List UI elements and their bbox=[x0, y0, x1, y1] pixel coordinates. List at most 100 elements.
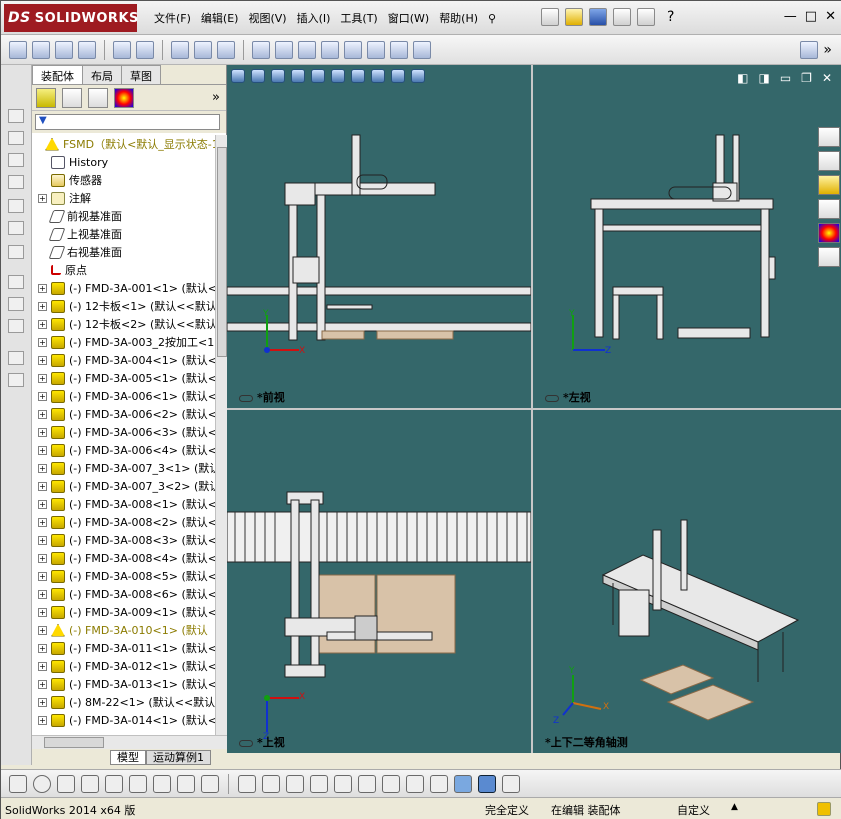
expand-toggle-icon[interactable]: + bbox=[38, 301, 47, 311]
arc-icon[interactable] bbox=[129, 774, 147, 793]
resources-icon[interactable] bbox=[818, 151, 840, 171]
cube-icon[interactable] bbox=[8, 175, 24, 189]
units-selector[interactable]: 自定义 bbox=[677, 802, 710, 818]
expand-toggle-icon[interactable]: + bbox=[38, 373, 47, 383]
expand-toggle-icon[interactable]: + bbox=[38, 589, 47, 599]
expand-toggle-icon[interactable]: + bbox=[38, 445, 47, 455]
copy-icon[interactable] bbox=[8, 351, 24, 365]
menu-help[interactable]: 帮助(H) bbox=[434, 10, 483, 26]
interference-detection-icon[interactable] bbox=[367, 40, 385, 59]
home-icon[interactable] bbox=[818, 127, 840, 147]
cube-icon[interactable] bbox=[8, 199, 24, 213]
mate-icon[interactable] bbox=[78, 40, 96, 59]
sketch-pencil-icon[interactable] bbox=[8, 275, 24, 289]
relations-icon[interactable] bbox=[286, 774, 304, 793]
tree-node[interactable]: +前视基准面 bbox=[38, 207, 122, 225]
expand-toggle-icon[interactable]: + bbox=[38, 715, 47, 725]
viewport-left[interactable]: ◧ ◨ ▭ ❐ ✕ Y Z *左视 bbox=[533, 65, 841, 408]
cube-icon[interactable] bbox=[8, 131, 24, 145]
tree-node[interactable]: +右视基准面 bbox=[38, 243, 122, 261]
tree-node[interactable]: + (-) FMD-3A-014<1> (默认<< bbox=[38, 711, 215, 729]
tab-model[interactable]: 模型 bbox=[110, 750, 146, 765]
expand-toggle-icon[interactable]: + bbox=[38, 625, 47, 635]
expand-toggle-icon[interactable]: + bbox=[38, 517, 47, 527]
tree-node[interactable]: + (-) FMD-3A-001<1> (默认<<默认 bbox=[38, 279, 215, 297]
tab-layout[interactable]: 布局 bbox=[82, 65, 122, 84]
expand-toggle-icon[interactable]: + bbox=[38, 535, 47, 545]
save-icon[interactable] bbox=[589, 8, 607, 26]
expand-toggle-icon[interactable]: + bbox=[38, 409, 47, 419]
tree-horizontal-scrollbar[interactable] bbox=[32, 735, 227, 749]
spline-icon[interactable] bbox=[201, 774, 219, 793]
menu-view[interactable]: 视图(V) bbox=[243, 10, 291, 26]
viewport-front[interactable]: Y X *前视 bbox=[227, 65, 531, 408]
viewport-close-button[interactable]: ✕ bbox=[822, 71, 832, 85]
tree-node[interactable]: + (-) FMD-3A-008<6> (默认<< bbox=[38, 585, 215, 603]
circle-icon[interactable] bbox=[33, 774, 51, 793]
restore-button[interactable]: □ bbox=[805, 9, 817, 24]
fillet-icon[interactable] bbox=[153, 774, 171, 793]
cube-icon[interactable] bbox=[8, 109, 24, 123]
menu-window[interactable]: 窗口(W) bbox=[383, 10, 434, 26]
open-icon[interactable] bbox=[565, 8, 583, 26]
expand-toggle-icon[interactable]: + bbox=[38, 499, 47, 509]
reference-geometry-icon[interactable] bbox=[252, 40, 270, 59]
component-pattern-icon[interactable] bbox=[113, 40, 131, 59]
tree-node[interactable]: +原点 bbox=[38, 261, 87, 279]
display-manager-icon[interactable] bbox=[114, 87, 134, 108]
tab-sketch[interactable]: 草图 bbox=[121, 65, 161, 84]
menu-insert[interactable]: 插入(I) bbox=[292, 10, 336, 26]
bill-of-materials-icon[interactable] bbox=[298, 40, 316, 59]
property-manager-icon[interactable] bbox=[62, 87, 82, 108]
chamfer-icon[interactable] bbox=[177, 774, 195, 793]
assembly-features-icon[interactable] bbox=[217, 40, 235, 59]
tree-node[interactable]: + (-) FMD-3A-007_3<2> (默认 bbox=[38, 477, 215, 495]
tab-assembly[interactable]: 装配体 bbox=[32, 65, 83, 84]
show-hidden-icon[interactable] bbox=[194, 40, 212, 59]
move-entities-icon[interactable] bbox=[358, 774, 376, 793]
tree-node[interactable]: +FSMD（默认<默认_显示状态-1>） bbox=[32, 135, 215, 153]
tree-node[interactable]: + (-) FMD-3A-008<4> (默认<< bbox=[38, 549, 215, 567]
convert-entities-icon[interactable] bbox=[334, 774, 352, 793]
undo-icon[interactable] bbox=[637, 8, 655, 26]
active-cube-icon[interactable] bbox=[478, 774, 496, 793]
toolbar-expand-chevron[interactable]: » bbox=[823, 42, 832, 58]
expand-toggle-icon[interactable]: + bbox=[38, 553, 47, 563]
sketch-dim-icon[interactable] bbox=[8, 297, 24, 311]
rapid-sketch-icon[interactable] bbox=[406, 774, 424, 793]
grid-icon[interactable] bbox=[262, 774, 280, 793]
cube-icon[interactable] bbox=[8, 221, 24, 235]
expand-toggle-icon[interactable]: + bbox=[38, 283, 47, 293]
sketch-relation-icon[interactable] bbox=[8, 319, 24, 333]
tree-node[interactable]: + (-) FMD-3A-012<1> (默认<< bbox=[38, 657, 215, 675]
expand-toggle-icon[interactable]: + bbox=[38, 427, 47, 437]
tree-node[interactable]: + (-) FMD-3A-006<4> (默认<< bbox=[38, 441, 215, 459]
appearances-icon[interactable] bbox=[818, 223, 840, 243]
scrollbar-thumb[interactable] bbox=[44, 737, 104, 748]
configuration-manager-icon[interactable] bbox=[88, 87, 108, 108]
insert-component-icon[interactable] bbox=[9, 40, 27, 59]
viewport-top[interactable]: X Z *上视 bbox=[227, 410, 531, 753]
folder-icon[interactable] bbox=[818, 175, 840, 195]
tree-node[interactable]: + (-) FMD-3A-008<1> (默认<< bbox=[38, 495, 215, 513]
filter-input[interactable]: ▼ bbox=[35, 114, 220, 130]
expand-toggle-icon[interactable]: + bbox=[38, 463, 47, 473]
tree-node[interactable]: + (-) 8M-22<1> (默认<<默认 bbox=[38, 693, 215, 711]
expand-toggle-icon[interactable]: + bbox=[38, 319, 47, 329]
new-part-icon[interactable] bbox=[32, 40, 50, 59]
new-motion-study-icon[interactable] bbox=[275, 40, 293, 59]
tree-node[interactable]: +上视基准面 bbox=[38, 225, 122, 243]
paperclip-icon[interactable] bbox=[55, 40, 73, 59]
file-explorer-icon[interactable] bbox=[818, 199, 840, 219]
tree-node[interactable]: +History bbox=[38, 153, 108, 171]
tree-vertical-scrollbar[interactable] bbox=[215, 135, 227, 735]
cube-icon[interactable] bbox=[8, 153, 24, 167]
copy-icon[interactable] bbox=[8, 373, 24, 387]
link-views-icon[interactable] bbox=[545, 394, 559, 402]
clearance-verification-icon[interactable] bbox=[390, 40, 408, 59]
instant3d-icon[interactable] bbox=[413, 40, 431, 59]
explode-line-sketch-icon[interactable] bbox=[344, 40, 362, 59]
viewport-isometric[interactable]: Y X Z *上下二等角轴测 bbox=[533, 410, 841, 753]
scrollbar-thumb[interactable] bbox=[217, 147, 227, 357]
box-icon[interactable] bbox=[430, 774, 448, 793]
